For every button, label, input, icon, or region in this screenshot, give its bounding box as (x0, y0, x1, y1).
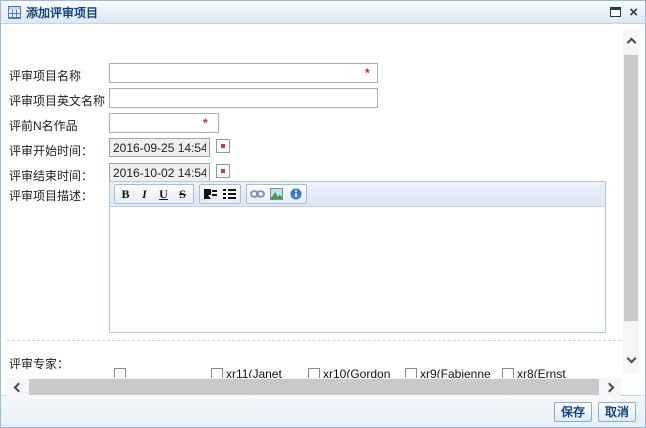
horizontal-scroll-thumb[interactable] (29, 379, 599, 395)
strikethrough-button[interactable]: S (173, 186, 192, 203)
end-time-input[interactable] (109, 163, 210, 182)
experts-label: 评审专家： (9, 355, 69, 372)
end-time-label: 评审结束时间： (9, 167, 93, 184)
cancel-button[interactable]: 取消 (598, 402, 636, 422)
dialog-title: 添加评审项目 (26, 4, 98, 21)
vertical-scroll-thumb[interactable] (624, 55, 638, 321)
link-icon[interactable] (248, 186, 267, 203)
list-icon[interactable] (220, 186, 239, 203)
dialog-titlebar: 添加评审项目 × (1, 1, 645, 24)
dialog-footer: 保存 取消 (1, 395, 645, 427)
project-en-name-input[interactable] (109, 88, 378, 108)
info-icon[interactable] (286, 186, 305, 203)
scroll-up-icon[interactable] (623, 33, 639, 52)
vertical-scrollbar[interactable] (623, 29, 639, 373)
section-divider (7, 340, 621, 341)
calendar-icon[interactable] (216, 139, 230, 153)
project-name-label: 评审项目名称 (9, 67, 81, 84)
close-icon[interactable]: × (629, 7, 638, 18)
italic-button[interactable]: I (135, 186, 154, 203)
underline-button[interactable]: U (154, 186, 173, 203)
scroll-down-icon[interactable] (623, 349, 639, 368)
required-asterisk: * (365, 66, 370, 80)
format-button-group: B I U S (114, 184, 194, 204)
bold-button[interactable]: B (116, 186, 135, 203)
blockquote-icon[interactable] (201, 186, 220, 203)
required-asterisk: * (203, 116, 208, 130)
add-review-project-dialog: 添加评审项目 × 评审项目名称 * 评审项目英文名称 评前N名作品 * 评审开始… (0, 0, 646, 428)
maximize-icon[interactable] (610, 7, 621, 17)
insert-button-group (246, 184, 307, 204)
description-editor: B I U S (109, 181, 606, 333)
dialog-content: 评审项目名称 * 评审项目英文名称 评前N名作品 * 评审开始时间： 评审结束时… (1, 25, 645, 397)
editor-toolbar: B I U S (110, 182, 605, 207)
list-button-group (199, 184, 241, 204)
description-label: 评审项目描述： (9, 187, 93, 204)
top-n-label: 评前N名作品 (9, 117, 78, 134)
image-icon[interactable] (267, 186, 286, 203)
start-time-label: 评审开始时间： (9, 142, 93, 159)
scroll-left-icon[interactable] (7, 384, 22, 391)
description-textarea[interactable] (110, 207, 605, 332)
table-grid-icon (8, 6, 21, 19)
window-controls: × (610, 7, 638, 18)
project-name-input[interactable] (109, 63, 378, 83)
save-button[interactable]: 保存 (554, 402, 592, 422)
start-time-input[interactable] (109, 138, 210, 157)
scroll-right-icon[interactable] (606, 384, 621, 391)
calendar-icon[interactable] (216, 164, 230, 178)
project-en-name-label: 评审项目英文名称 (9, 92, 105, 109)
horizontal-scrollbar[interactable] (7, 378, 621, 396)
